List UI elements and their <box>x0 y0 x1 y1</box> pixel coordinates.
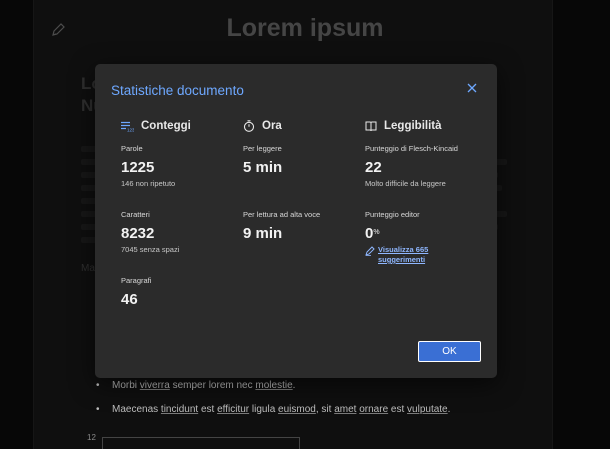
page-number: 12 <box>87 433 96 442</box>
document-table <box>102 437 300 449</box>
words-value: 1225 <box>121 159 155 176</box>
close-button[interactable] <box>463 79 481 97</box>
editor-score-label: Punteggio editor <box>365 210 420 219</box>
editor-pen-icon <box>365 246 375 256</box>
editor-score-stat: Punteggio editor 0% Visualizza 665 sugge… <box>365 210 453 265</box>
unique-words: 146 non ripetuto <box>121 179 176 188</box>
paragraphs-label: Paragrafi <box>121 276 152 285</box>
time-header: Ora <box>243 119 363 133</box>
characters-label: Caratteri <box>121 210 150 219</box>
readability-column: Leggibilità Punteggio di Flesch-Kincaid … <box>365 119 490 264</box>
characters-no-spaces: 7045 senza spazi <box>121 245 180 254</box>
counts-column: 123 Conteggi Parole 1225 146 non ripetut… <box>121 119 241 308</box>
paragraphs-stat: Paragrafi 46 <box>121 276 151 308</box>
characters-value: 8232 <box>121 225 155 242</box>
reading-time-stat: Per leggere 5 min <box>243 144 282 176</box>
aloud-time-label: Per lettura ad alta voce <box>243 210 321 219</box>
characters-stat: Caratteri 8232 7045 senza spazi <box>121 210 179 254</box>
ok-button[interactable]: OK <box>418 341 481 362</box>
reading-time-value: 5 min <box>243 159 283 176</box>
aloud-time-value: 9 min <box>243 225 283 242</box>
count-icon: 123 <box>121 121 134 132</box>
reading-time-label: Per leggere <box>243 144 282 153</box>
flesch-value: 22 <box>365 159 382 176</box>
svg-text:123: 123 <box>127 127 134 132</box>
flesch-stat: Punteggio di Flesch-Kincaid 22 Molto dif… <box>365 144 458 188</box>
editor-score-value: 0% <box>365 225 380 242</box>
flesch-label: Punteggio di Flesch-Kincaid <box>365 144 458 153</box>
statistics-dialog: Statistiche documento 123 Conteggi Parol… <box>95 64 497 378</box>
close-icon <box>467 83 477 93</box>
words-stat: Parole 1225 146 non ripetuto <box>121 144 175 188</box>
aloud-time-stat: Per lettura ad alta voce 9 min <box>243 210 320 242</box>
document-bullet-list: Morbi viverra semper lorem nec molestie.… <box>96 380 450 428</box>
words-label: Parole <box>121 144 143 153</box>
counts-header: 123 Conteggi <box>121 119 241 133</box>
view-suggestions-link[interactable]: Visualizza 665 suggerimenti <box>365 245 453 265</box>
stopwatch-icon <box>243 120 255 132</box>
dialog-title: Statistiche documento <box>111 83 244 98</box>
list-item: Morbi viverra semper lorem nec molestie. <box>96 380 450 404</box>
readability-header: Leggibilità <box>365 119 490 133</box>
flesch-description: Molto difficile da leggere <box>365 179 446 188</box>
paragraphs-value: 46 <box>121 291 138 308</box>
time-column: Ora Per leggere 5 min Per lettura ad alt… <box>243 119 363 242</box>
book-icon <box>365 121 377 131</box>
list-item: Maecenas tincidunt est efficitur ligula … <box>96 404 450 428</box>
